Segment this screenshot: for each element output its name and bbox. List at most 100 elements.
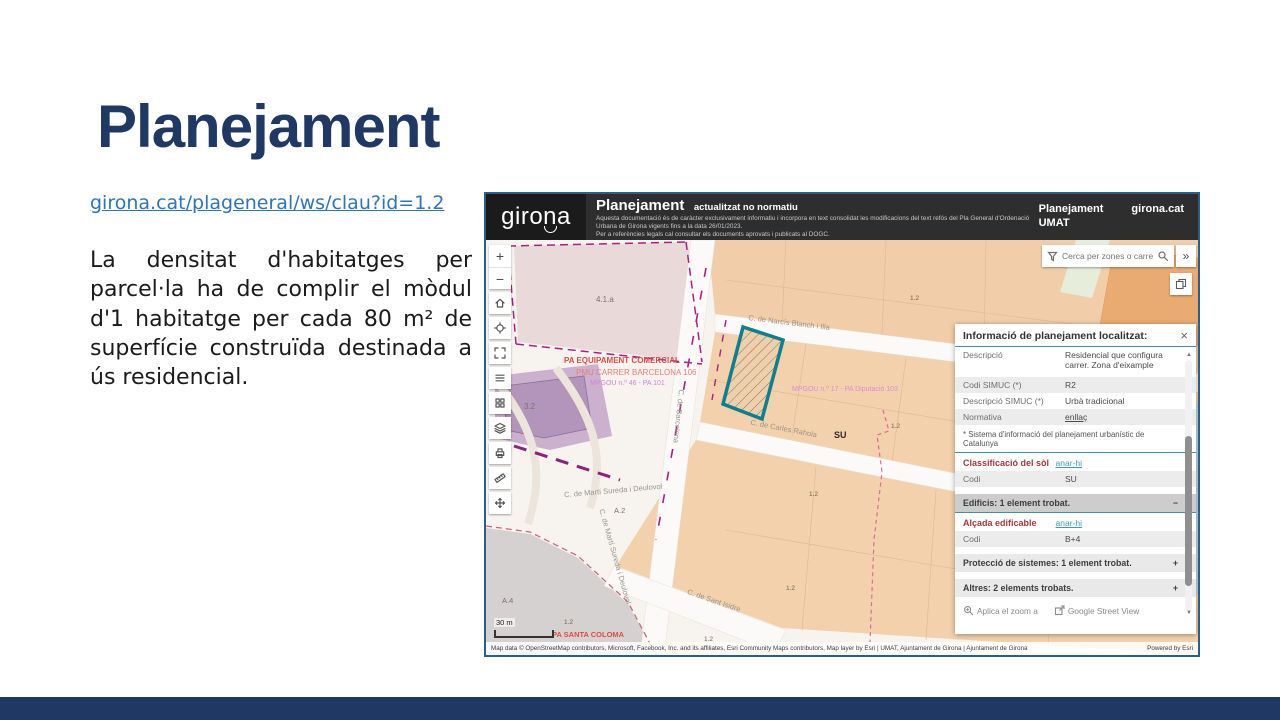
map-area: 4.1.a 3.2 A.2 A.4 SU PA EQUIPAMENT COMER… [486,240,1198,655]
home-icon [494,297,506,309]
page-title: Planejament [97,92,439,161]
scale-bar-line [494,630,554,638]
zoom-out-button[interactable]: − [489,267,511,289]
group-bar-edificis[interactable]: Edificis: 1 element trobat. − [955,494,1196,512]
goto-link[interactable]: anar-hi [1056,458,1082,468]
scale-label: 30 m [494,618,515,627]
reference-link[interactable]: girona.cat/plageneral/ws/clau?id=1.2 [90,192,444,214]
panel-row: Descripció Residencial que configura car… [955,347,1196,377]
collapse-icon[interactable]: − [1173,498,1178,508]
list-icon [494,372,506,384]
group-label: Edificis: 1 element trobat. [963,498,1070,508]
row-label: Codi [963,474,1065,484]
print-button[interactable] [489,442,511,464]
search-button[interactable] [1155,250,1171,262]
panel-scrollbar-thumb[interactable] [1185,436,1192,586]
zoom-in-button[interactable]: + [489,245,511,267]
group-bar-proteccio[interactable]: Protecció de sistemes: 1 element trobat.… [955,554,1196,572]
header-right: Planejament UMAT girona.cat [1039,194,1198,240]
app-disclaimer-2: Per a referències legals cal consultar e… [596,231,1046,239]
funnel-icon [1047,251,1058,262]
search-widget [1042,245,1174,267]
row-value: B+4 [1065,534,1178,544]
row-label: Normativa [963,412,1065,422]
layers-button[interactable] [489,417,511,439]
legend-button[interactable] [489,367,511,389]
presentation-slide: Planejament girona.cat/plageneral/ws/cla… [0,0,1280,720]
locate-button[interactable] [489,317,511,339]
scroll-up-icon[interactable]: ▲ [1186,352,1192,358]
row-label: Descripció [963,350,1065,374]
expand-icon [494,347,506,359]
apply-zoom-action[interactable]: Aplica el zoom a [963,605,1038,616]
full-extent-button[interactable] [489,342,511,364]
panel-row: Normativa enllaç [955,409,1196,425]
minus-icon: − [496,271,504,287]
plus-icon: + [496,248,504,264]
girona-logo[interactable]: girona [486,194,586,240]
close-icon: × [1180,328,1188,343]
locate-icon [494,322,506,334]
home-button[interactable] [489,292,511,314]
row-value: Urbà tradicional [1065,396,1178,406]
panel-row: Codi B+4 [955,531,1196,547]
copy-icon [1175,278,1187,290]
move-icon [494,497,506,509]
row-value: Residencial que configura carrer. Zona d… [1065,350,1178,374]
layers-icon [494,422,506,434]
normativa-link[interactable]: enllaç [1065,412,1178,422]
app-titles: Planejament actualitzat no normatiu Aque… [586,194,1039,240]
basemap-button[interactable] [489,392,511,414]
attribution-text: Map data © OpenStreetMap contributors, M… [491,645,1028,652]
row-label: Codi [963,534,1065,544]
header-org: UMAT [1039,216,1104,230]
row-label: Descripció SIMUC (*) [963,396,1065,406]
section-heading: Alçada edificable anar-hi [955,512,1196,531]
header-site[interactable]: girona.cat [1131,202,1184,240]
search-icon [1157,250,1169,262]
zoom-to-icon [963,605,974,616]
expand-icon[interactable]: + [1173,583,1178,593]
section-title: Alçada edificable [963,518,1037,528]
panel-row: Descripció SIMUC (*) Urbà tradicional [955,393,1196,409]
goto-link[interactable]: anar-hi [1056,518,1082,528]
body-text: La densitat d'habitatges per parcel·la h… [90,246,472,392]
app-title: Planejament [596,197,684,214]
panel-title: Informació de planejament localitzat: [963,330,1147,342]
map-attribution: Map data © OpenStreetMap contributors, M… [486,642,1198,655]
group-label: Altres: 2 elements trobats. [963,583,1074,593]
app-subtitle: actualitzat no normatiu [694,202,798,213]
panel-footnote: * Sistema d'informació del planejament u… [955,425,1196,452]
measure-button[interactable] [489,467,511,489]
map-screenshot: girona Planejament actualitzat no normat… [484,192,1200,657]
grid-icon [494,397,506,409]
group-label: Protecció de sistemes: 1 element trobat. [963,558,1132,568]
info-panel: Informació de planejament localitzat: × … [955,324,1196,634]
app-header: girona Planejament actualitzat no normat… [486,194,1198,240]
pan-button[interactable] [489,492,511,514]
search-input[interactable] [1060,250,1155,262]
chevrons-right-icon: » [1183,249,1190,263]
group-bar-altres[interactable]: Altres: 2 elements trobats. + [955,579,1196,597]
app-disclaimer-1: Aquesta documentació és de caràcter excl… [596,215,1046,231]
panel-row: Codi SU [955,471,1196,487]
section-heading: Classificació del sòl anar-hi [955,452,1196,471]
panel-close-button[interactable]: × [1180,331,1188,341]
row-value: R2 [1065,380,1178,390]
search-expand-button[interactable]: » [1176,245,1196,267]
duplicate-view-button[interactable] [1170,273,1192,295]
print-icon [494,447,506,459]
row-value: SU [1065,474,1178,484]
girona-logo-text: girona [501,203,571,231]
slide-footer-bar [0,697,1280,720]
scale-bar: 30 m [494,612,552,638]
search-filter-button[interactable] [1045,251,1060,262]
ruler-icon [494,472,506,484]
powered-by: Powered by Esri [1147,645,1193,652]
row-label: Codi SIMUC (*) [963,380,1065,390]
street-view-action[interactable]: Google Street View [1054,605,1139,616]
header-app-name: Planejament [1039,202,1104,216]
section-title: Classificació del sòl [963,458,1049,468]
expand-icon[interactable]: + [1173,558,1178,568]
scroll-down-icon[interactable]: ▼ [1186,610,1192,616]
